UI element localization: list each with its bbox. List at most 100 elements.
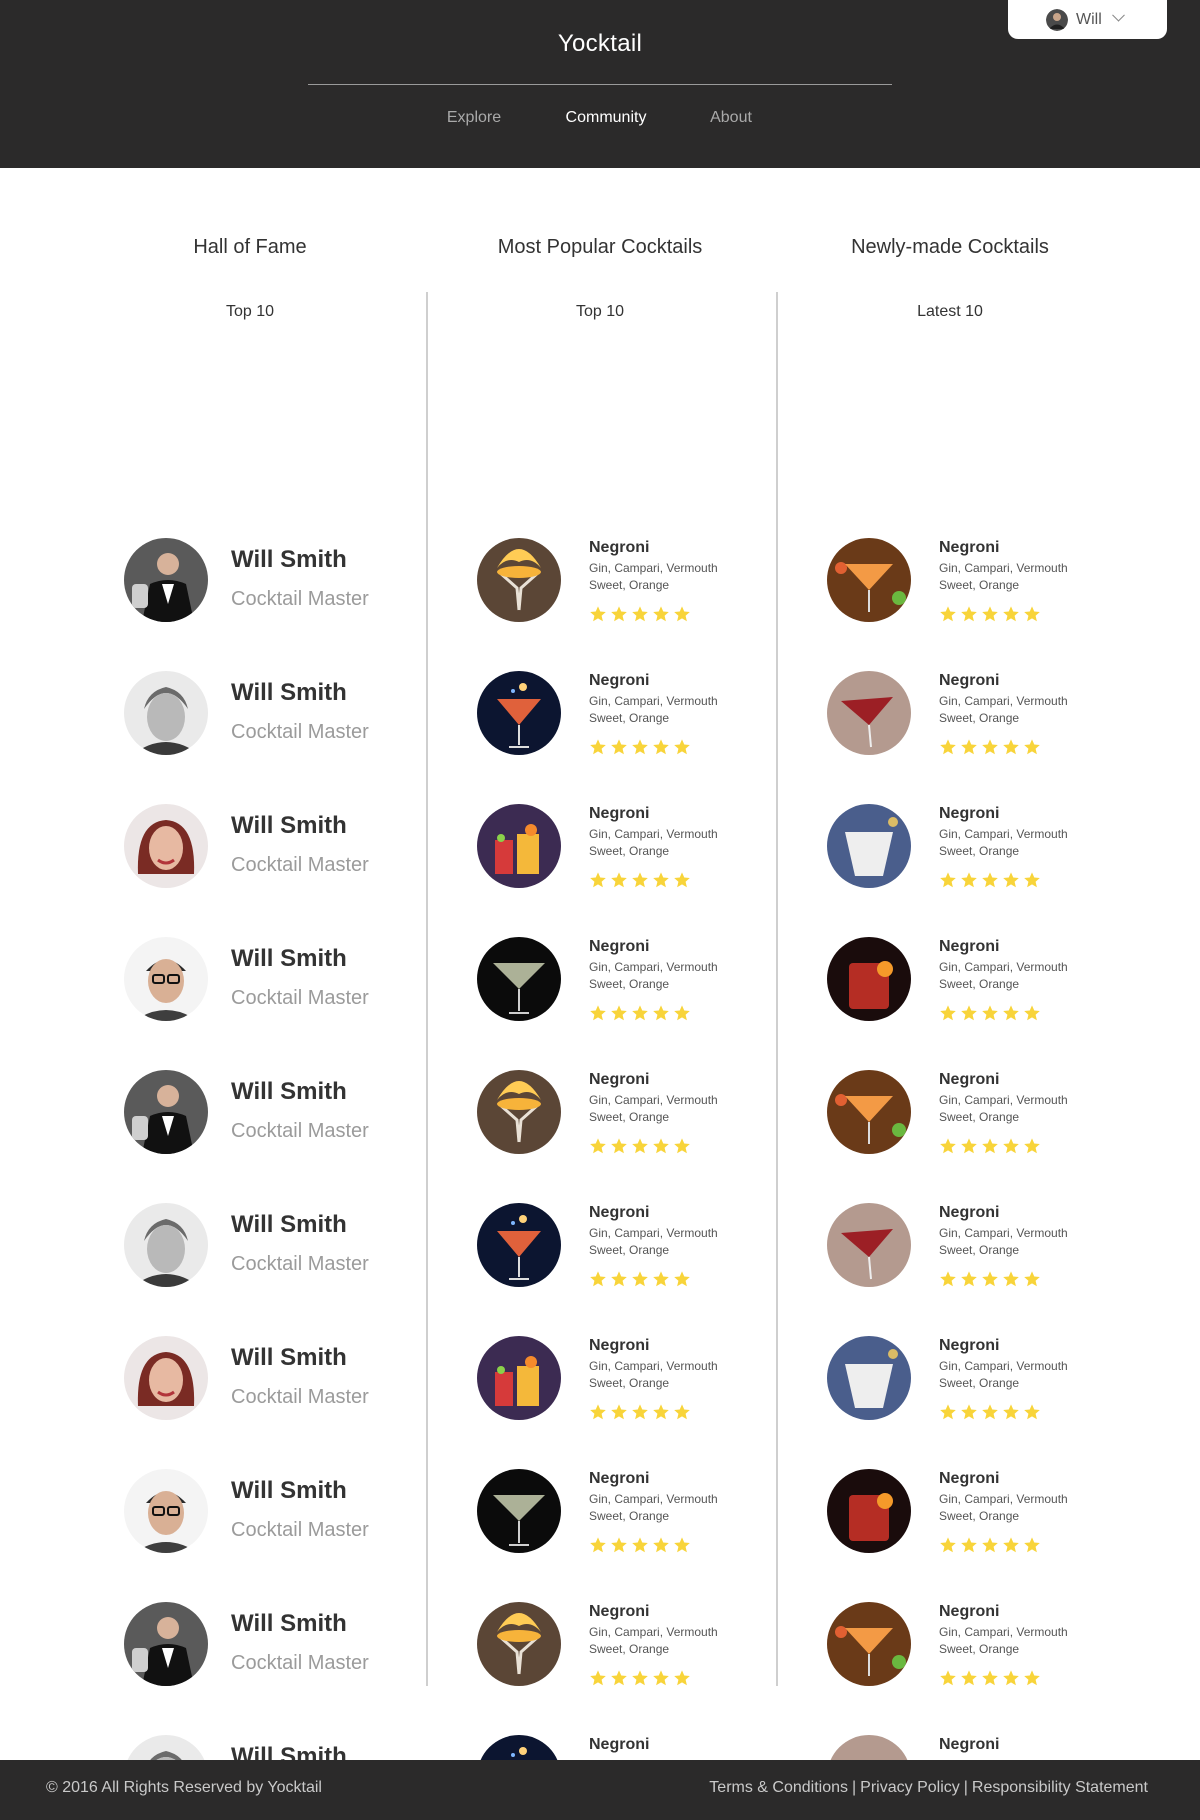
cocktail-name[interactable]: Negroni (939, 938, 999, 956)
cocktail-name[interactable]: Negroni (589, 1470, 649, 1488)
cocktail-image[interactable] (827, 1469, 911, 1553)
member-avatar[interactable] (124, 1070, 208, 1154)
cocktail-ingredients: Gin, Campari, Vermouth Sweet, Orange (589, 1093, 718, 1124)
star-icon (589, 1403, 607, 1421)
star-icon (589, 605, 607, 623)
cocktail-name[interactable]: Negroni (939, 1337, 999, 1355)
member-name[interactable]: Will Smith (231, 945, 347, 973)
star-icon (981, 1004, 999, 1022)
hall-of-fame-item[interactable]: Will Smith Cocktail Master (76, 1336, 424, 1420)
hall-of-fame-item[interactable]: Will Smith Cocktail Master (76, 1602, 424, 1686)
member-avatar[interactable] (124, 1203, 208, 1287)
cocktail-image[interactable] (827, 804, 911, 888)
cocktail-item[interactable]: Negroni Gin, Campari, Vermouth Sweet, Ora… (426, 1469, 774, 1553)
cocktail-name[interactable]: Negroni (589, 1071, 649, 1089)
cocktail-image[interactable] (827, 538, 911, 622)
member-name[interactable]: Will Smith (231, 1477, 347, 1505)
cocktail-image[interactable] (477, 1469, 561, 1553)
cocktail-item[interactable]: Negroni Gin, Campari, Vermouth Sweet, Ora… (776, 804, 1124, 888)
member-avatar[interactable] (124, 538, 208, 622)
member-avatar[interactable] (124, 804, 208, 888)
nav-explore[interactable]: Explore (447, 109, 501, 127)
cocktail-item[interactable]: Negroni Gin, Campari, Vermouth Sweet, Ora… (426, 937, 774, 1021)
star-icon (631, 605, 649, 623)
cocktail-image[interactable] (477, 937, 561, 1021)
member-avatar[interactable] (124, 1602, 208, 1686)
cocktail-name[interactable]: Negroni (939, 672, 999, 690)
cocktail-image[interactable] (827, 1203, 911, 1287)
cocktail-name[interactable]: Negroni (589, 1736, 649, 1754)
cocktail-item[interactable]: Negroni Gin, Campari, Vermouth Sweet, Ora… (776, 538, 1124, 622)
cocktail-item[interactable]: Negroni Gin, Campari, Vermouth Sweet, Ora… (426, 1070, 774, 1154)
cocktail-item[interactable]: Negroni Gin, Campari, Vermouth Sweet, Ora… (776, 1469, 1124, 1553)
privacy-link[interactable]: Privacy Policy (860, 1779, 960, 1796)
cocktail-image[interactable] (477, 538, 561, 622)
nav-about[interactable]: About (710, 109, 752, 127)
member-name[interactable]: Will Smith (231, 546, 347, 574)
cocktail-image[interactable] (827, 937, 911, 1021)
cocktail-image[interactable] (827, 1070, 911, 1154)
member-name[interactable]: Will Smith (231, 812, 347, 840)
member-name[interactable]: Will Smith (231, 1078, 347, 1106)
cocktail-item[interactable]: Negroni Gin, Campari, Vermouth Sweet, Ora… (776, 937, 1124, 1021)
cocktail-ingredients: Gin, Campari, Vermouth Sweet, Orange (939, 694, 1068, 725)
cocktail-name[interactable]: Negroni (589, 1603, 649, 1621)
member-name[interactable]: Will Smith (231, 679, 347, 707)
cocktail-item[interactable]: Negroni Gin, Campari, Vermouth Sweet, Ora… (426, 1602, 774, 1686)
cocktail-name[interactable]: Negroni (589, 1204, 649, 1222)
cocktail-item[interactable]: Negroni Gin, Campari, Vermouth Sweet, Ora… (426, 804, 774, 888)
hall-of-fame-item[interactable]: Will Smith Cocktail Master (76, 1469, 424, 1553)
member-avatar[interactable] (124, 1469, 208, 1553)
cocktail-item[interactable]: Negroni Gin, Campari, Vermouth Sweet, Ora… (426, 1203, 774, 1287)
cocktail-name[interactable]: Negroni (589, 1337, 649, 1355)
user-menu-dropdown[interactable]: Will (1008, 0, 1167, 39)
cocktail-image[interactable] (477, 671, 561, 755)
cocktail-name[interactable]: Negroni (589, 672, 649, 690)
cocktail-item[interactable]: Negroni Gin, Campari, Vermouth Sweet, Ora… (776, 1070, 1124, 1154)
cocktail-image[interactable] (477, 804, 561, 888)
cocktail-item[interactable]: Negroni Gin, Campari, Vermouth Sweet, Ora… (776, 1336, 1124, 1420)
hall-of-fame-item[interactable]: Will Smith Cocktail Master (76, 671, 424, 755)
hall-of-fame-item[interactable]: Will Smith Cocktail Master (76, 1203, 424, 1287)
cocktail-image[interactable] (477, 1070, 561, 1154)
cocktail-item[interactable]: Negroni Gin, Campari, Vermouth Sweet, Ora… (426, 671, 774, 755)
member-name[interactable]: Will Smith (231, 1344, 347, 1372)
member-name[interactable]: Will Smith (231, 1211, 347, 1239)
member-avatar[interactable] (124, 1336, 208, 1420)
cocktail-image[interactable] (827, 671, 911, 755)
cocktail-name[interactable]: Negroni (939, 539, 999, 557)
hall-of-fame-item[interactable]: Will Smith Cocktail Master (76, 804, 424, 888)
cocktail-name[interactable]: Negroni (939, 1470, 999, 1488)
cocktail-image[interactable] (477, 1203, 561, 1287)
member-name[interactable]: Will Smith (231, 1610, 347, 1638)
star-icon (1023, 1270, 1041, 1288)
cocktail-name[interactable]: Negroni (939, 1204, 999, 1222)
nav-community[interactable]: Community (566, 109, 647, 127)
cocktail-name[interactable]: Negroni (589, 805, 649, 823)
hall-of-fame-item[interactable]: Will Smith Cocktail Master (76, 1070, 424, 1154)
cocktail-item[interactable]: Negroni Gin, Campari, Vermouth Sweet, Ora… (776, 671, 1124, 755)
hall-of-fame-item[interactable]: Will Smith Cocktail Master (76, 538, 424, 622)
star-icon (631, 871, 649, 889)
cocktail-item[interactable]: Negroni Gin, Campari, Vermouth Sweet, Ora… (776, 1602, 1124, 1686)
hall-of-fame-item[interactable]: Will Smith Cocktail Master (76, 937, 424, 1021)
cocktail-name[interactable]: Negroni (589, 938, 649, 956)
cocktail-name[interactable]: Negroni (939, 805, 999, 823)
responsibility-link[interactable]: Responsibility Statement (972, 1779, 1148, 1796)
cocktail-name[interactable]: Negroni (939, 1736, 999, 1754)
cocktail-image[interactable] (477, 1602, 561, 1686)
terms-link[interactable]: Terms & Conditions (709, 1779, 848, 1796)
cocktail-image[interactable] (827, 1336, 911, 1420)
cocktail-item[interactable]: Negroni Gin, Campari, Vermouth Sweet, Ora… (426, 538, 774, 622)
cocktail-image[interactable] (827, 1602, 911, 1686)
cocktail-name[interactable]: Negroni (939, 1071, 999, 1089)
cocktail-item[interactable]: Negroni Gin, Campari, Vermouth Sweet, Ora… (776, 1203, 1124, 1287)
cocktail-item[interactable]: Negroni Gin, Campari, Vermouth Sweet, Ora… (426, 1336, 774, 1420)
cocktail-name[interactable]: Negroni (589, 539, 649, 557)
rating-stars (939, 605, 1044, 623)
member-avatar[interactable] (124, 671, 208, 755)
cocktail-image[interactable] (477, 1336, 561, 1420)
member-avatar[interactable] (124, 937, 208, 1021)
cocktail-name[interactable]: Negroni (939, 1603, 999, 1621)
star-icon (939, 1004, 957, 1022)
